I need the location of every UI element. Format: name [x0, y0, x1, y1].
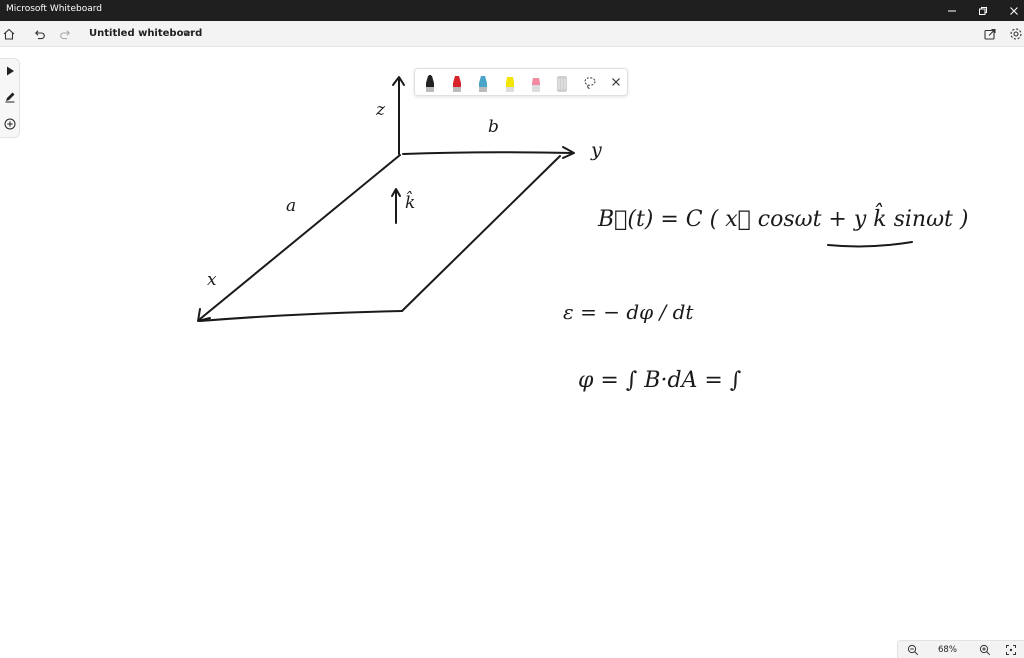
select-arrow-icon [7, 66, 14, 76]
highlighter-yellow-icon[interactable] [503, 75, 517, 93]
lasso-icon [584, 77, 596, 89]
zoom-bar: 68% [897, 640, 1024, 658]
undo-icon [35, 30, 45, 40]
redo-button[interactable] [57, 25, 75, 43]
left-toolbar [0, 58, 20, 138]
zoom-out-icon [907, 644, 919, 656]
zoom-in-button[interactable] [978, 643, 992, 657]
eraser-icon[interactable] [529, 75, 543, 93]
minimize-button[interactable] [936, 0, 968, 21]
label-z: z [376, 100, 385, 120]
share-button[interactable] [981, 25, 999, 43]
red-pen-icon[interactable] [450, 75, 464, 93]
ink-tool[interactable] [2, 89, 18, 105]
equation-emf: ε = − dφ / dt [563, 300, 694, 324]
y-axis-stroke [402, 151, 574, 155]
close-icon [1010, 6, 1018, 15]
zoom-in-icon [979, 644, 991, 656]
label-b: b [488, 117, 499, 137]
whiteboard-canvas[interactable] [0, 47, 1024, 658]
label-k-hat: k̂ [405, 193, 416, 213]
close-icon [612, 78, 620, 86]
ink-pen-icon [5, 92, 15, 103]
add-icon [4, 118, 16, 130]
label-x: x [207, 270, 217, 290]
ink-layer [197, 76, 913, 322]
minimize-icon [948, 10, 956, 11]
share-icon [984, 28, 996, 40]
add-button[interactable] [2, 116, 18, 132]
label-y: y [591, 139, 602, 161]
close-window-button[interactable] [998, 0, 1024, 21]
close-pen-tray-button[interactable] [608, 74, 624, 90]
home-button[interactable] [0, 25, 18, 43]
restore-button[interactable] [967, 0, 999, 21]
label-a: a [286, 196, 297, 216]
undo-button[interactable] [30, 25, 48, 43]
select-tool[interactable] [2, 63, 18, 79]
redo-icon [60, 30, 70, 40]
pen-tray [414, 68, 628, 96]
zoom-level[interactable]: 68% [938, 645, 957, 655]
title-dropdown[interactable] [180, 26, 194, 40]
gear-icon [1010, 28, 1022, 40]
app-title: Microsoft Whiteboard [6, 4, 102, 14]
right-edge-stroke [401, 155, 561, 312]
title-bar: Microsoft Whiteboard [0, 0, 1024, 21]
app-bar: Untitled whiteboard [0, 21, 1024, 47]
bottom-edge-stroke [199, 310, 403, 322]
blue-pen-icon[interactable] [476, 75, 490, 93]
black-pen-icon[interactable] [423, 75, 437, 93]
x-axis-stroke [199, 154, 401, 320]
home-icon [3, 28, 15, 40]
zoom-out-button[interactable] [906, 643, 920, 657]
restore-icon [979, 6, 987, 15]
equation-b-field: B⃗(t) = C ( x⃗ cosωt + y k̂ sinωt ) [598, 207, 969, 232]
settings-button[interactable] [1007, 25, 1024, 43]
equation-flux: φ = ∫ B·dA = ∫ [578, 368, 742, 393]
fit-screen-icon [1006, 645, 1016, 655]
ruler-icon[interactable] [555, 75, 569, 93]
underline-stroke [827, 241, 913, 248]
lasso-button[interactable] [582, 75, 598, 91]
chevron-down-icon [183, 31, 191, 36]
fit-to-screen-button[interactable] [1004, 643, 1018, 657]
